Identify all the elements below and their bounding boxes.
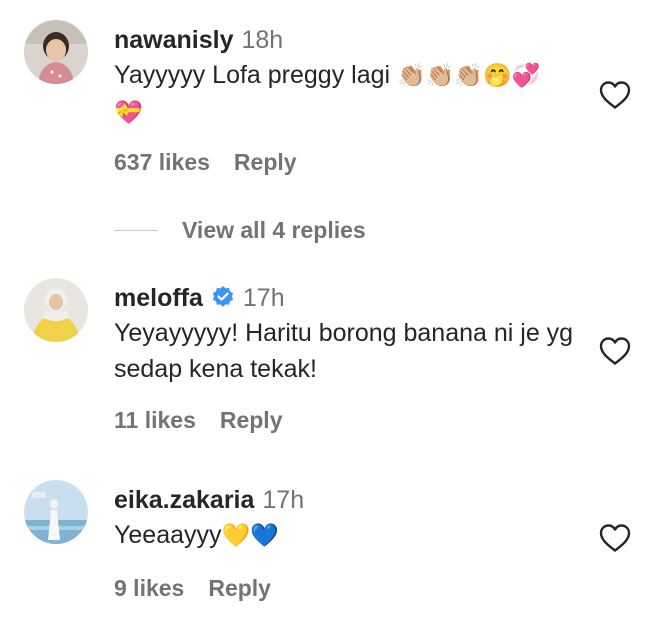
likes-count[interactable]: 637 likes [114, 149, 210, 175]
comment-body: Yeyayyyyy! Haritu borong banana ni je yg… [114, 319, 574, 383]
comment-header: meloffa 17h [114, 283, 285, 316]
comment-text: Yeeaayyy💛💙 [114, 517, 584, 554]
emoji-group: 💝 [114, 100, 143, 126]
comment-meta: 637 likes Reply [114, 148, 297, 176]
comment-header: nawanisly 18h [114, 25, 283, 55]
heart-outline-icon[interactable] [598, 80, 632, 110]
timestamp[interactable]: 17h [243, 284, 285, 312]
view-replies-button[interactable]: View all 4 replies [182, 217, 366, 244]
verified-badge-icon [211, 285, 235, 316]
comment-text: Yeyayyyyy! Haritu borong banana ni je yg… [114, 315, 584, 387]
comment-body: Yayyyyy Lofa preggy lagi [114, 61, 391, 89]
avatar[interactable] [24, 20, 88, 84]
username[interactable]: eika.zakaria [114, 486, 254, 514]
emoji-group: 💛💙 [221, 523, 279, 549]
reply-button[interactable]: Reply [208, 575, 271, 601]
timestamp[interactable]: 17h [262, 486, 304, 514]
comment-body: Yeeaayyy [114, 521, 222, 549]
heart-outline-icon[interactable] [598, 336, 632, 366]
username[interactable]: meloffa [114, 284, 203, 312]
heart-outline-icon[interactable] [598, 523, 632, 553]
timestamp[interactable]: 18h [242, 26, 284, 54]
reply-button[interactable]: Reply [220, 407, 283, 433]
comment-header: eika.zakaria 17h [114, 485, 304, 515]
likes-count[interactable]: 11 likes [114, 407, 196, 433]
view-replies-row: View all 4 replies [114, 216, 366, 244]
comment-text: Yayyyyy Lofa preggy lagi 👏🏼👏🏼👏🏼🤭💞 💝 [114, 57, 584, 131]
comment-meta: 11 likes Reply [114, 406, 283, 434]
reply-button[interactable]: Reply [234, 149, 297, 175]
username[interactable]: nawanisly [114, 26, 234, 54]
avatar[interactable] [24, 480, 88, 544]
avatar[interactable] [24, 278, 88, 342]
comment-meta: 9 likes Reply [114, 574, 271, 602]
emoji-group: 👏🏼👏🏼👏🏼🤭💞 [397, 63, 541, 89]
divider-line [114, 229, 158, 231]
likes-count[interactable]: 9 likes [114, 575, 184, 601]
